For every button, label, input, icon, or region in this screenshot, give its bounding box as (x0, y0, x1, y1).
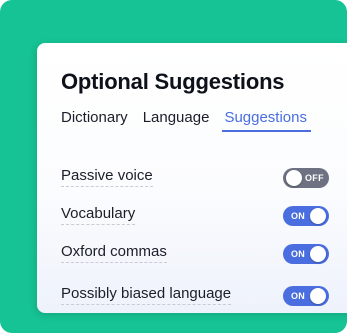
settings-panel: Optional Suggestions Dictionary Language… (37, 43, 347, 313)
setting-row-vocabulary: Vocabulary ON (61, 201, 347, 229)
setting-label: Possibly biased language (61, 285, 232, 305)
toggle-knob (286, 170, 302, 186)
toggle-knob (310, 208, 326, 224)
setting-label: Passive voice (61, 167, 153, 187)
setting-row-passive-voice: Passive voice OFF (61, 163, 347, 191)
toggle-state-text: ON (291, 249, 306, 259)
setting-label: Vocabulary (61, 205, 136, 225)
vocabulary-toggle[interactable]: ON (283, 206, 329, 226)
screenshot-frame: Optional Suggestions Dictionary Language… (0, 0, 347, 333)
biased-language-toggle[interactable]: ON (283, 286, 329, 306)
toggle-knob (310, 246, 326, 262)
setting-row-oxford-commas: Oxford commas ON (61, 239, 347, 267)
toggle-state-text: ON (291, 211, 306, 221)
tab-suggestions[interactable]: Suggestions (222, 109, 311, 132)
toggle-state-text: OFF (305, 173, 324, 183)
tab-dictionary[interactable]: Dictionary (61, 109, 128, 132)
tab-language[interactable]: Language (143, 109, 210, 132)
oxford-commas-toggle[interactable]: ON (283, 244, 329, 264)
tab-bar: Dictionary Language Suggestions (61, 109, 322, 135)
panel-title: Optional Suggestions (61, 69, 285, 94)
passive-voice-toggle[interactable]: OFF (283, 168, 329, 188)
toggle-state-text: ON (291, 291, 306, 301)
setting-label: Oxford commas (61, 243, 167, 263)
toggle-knob (310, 288, 326, 304)
setting-row-biased-language: Possibly biased language ON (61, 281, 347, 309)
